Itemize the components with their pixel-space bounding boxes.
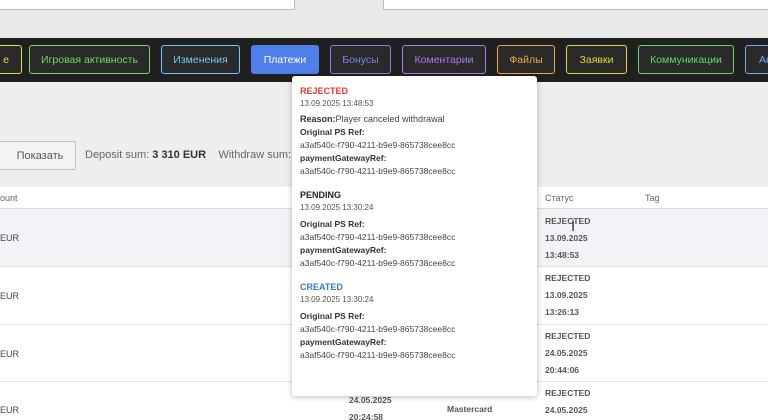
deposit-sum-value: 3 310 EUR [152, 149, 207, 161]
ps-ref-value: a3af540c-f790-4211-b9e9-865738cee8cc [300, 140, 456, 150]
date-cell: 24.05.2025 [349, 395, 392, 405]
status-time: 20:44:06 [545, 365, 580, 375]
tab-payments[interactable]: Платежи [251, 45, 319, 74]
history-time: 13.09.2025 13:30:24 [300, 295, 374, 304]
history-status: PENDING [300, 190, 342, 200]
history-status: REJECTED [300, 86, 349, 96]
amount-cell: EUR [0, 291, 20, 301]
time-cell: 20:24:58 [349, 412, 384, 420]
reason-label: Reason: [300, 114, 336, 124]
tab-changes[interactable]: Изменения [161, 45, 240, 74]
history-status: CREATED [300, 282, 343, 292]
status-date: 13.09.2025 [545, 290, 588, 300]
ps-ref-label: Original PS Ref: [300, 311, 365, 321]
status-date: 24.05.2025 [545, 405, 588, 415]
top-input-box[interactable] [383, 0, 768, 10]
sums-summary: Deposit sum: 3 310 EUR Withdraw sum: [85, 149, 291, 161]
payment-method-cell: Mastercard [447, 404, 493, 414]
reason-value: Player canceled withdrawal [335, 114, 445, 124]
column-header-status[interactable]: Статус [545, 193, 573, 203]
status-text: REJECTED [545, 216, 591, 226]
status-cell: REJECTED 13.09.2025 13:26:13 [545, 270, 590, 321]
status-history-popup: REJECTED 13.09.2025 13:48:53 Reason:Play… [292, 76, 537, 396]
status-text: REJECTED [545, 388, 591, 398]
status-time: 13:48:53 [545, 250, 580, 260]
ps-ref-label: Original PS Ref: [300, 219, 365, 229]
ps-ref-value: a3af540c-f790-4211-b9e9-865738cee8cc [300, 324, 456, 334]
ps-ref-value: a3af540c-f790-4211-b9e9-865738cee8cc [300, 232, 456, 242]
tab-bonuses[interactable]: Бонусы [330, 45, 391, 74]
gateway-ref-label: paymentGatewayRef: [300, 337, 387, 347]
history-reason: Reason:Player canceled withdrawal [300, 114, 529, 124]
tab-comments[interactable]: Коментарии [402, 45, 486, 74]
status-time: 13:26:13 [545, 307, 580, 317]
tab-requests[interactable]: Заявки [566, 45, 627, 74]
history-time: 13.09.2025 13:48:53 [300, 99, 374, 108]
column-header-amount[interactable]: ount [0, 193, 18, 203]
show-button[interactable]: Показать [0, 141, 76, 170]
status-text: REJECTED [545, 273, 591, 283]
column-header-tag[interactable]: Tag [645, 193, 660, 203]
history-entry: CREATED 13.09.2025 13:30:24 Original PS … [300, 282, 529, 360]
amount-cell: EUR [0, 233, 20, 243]
top-area [0, 0, 768, 38]
ps-ref-label: Original PS Ref: [300, 127, 365, 137]
status-cell: REJECTED 24.05.2025 [545, 385, 590, 419]
status-cell: REJECTED 24.05.2025 20:44:06 [545, 328, 590, 379]
status-date: 13.09.2025 [545, 233, 588, 243]
withdraw-sum-label: Withdraw sum: [218, 149, 292, 161]
tab-game-activity[interactable]: Игровая активность [29, 45, 150, 74]
gateway-ref-value: a3af540c-f790-4211-b9e9-865738cee8cc [300, 166, 456, 176]
history-time: 13.09.2025 13:30:24 [300, 203, 374, 212]
top-input-box[interactable] [0, 0, 295, 10]
amount-cell: EUR [0, 405, 20, 415]
history-entry: PENDING 13.09.2025 13:30:24 Original PS … [300, 190, 529, 268]
history-entry: REJECTED 13.09.2025 13:48:53 Reason:Play… [300, 86, 529, 176]
gateway-ref-label: paymentGatewayRef: [300, 245, 387, 255]
tab-files[interactable]: Файлы [497, 45, 555, 74]
tab-communications[interactable]: Коммуникации [638, 45, 734, 74]
tab-account[interactable]: Ак [745, 45, 768, 74]
gateway-ref-label: paymentGatewayRef: [300, 153, 387, 163]
amount-cell: EUR [0, 349, 20, 359]
tab-e[interactable]: е [0, 45, 22, 74]
status-cell: REJECTED 13.09.2025 13:48:53 [545, 213, 590, 264]
gateway-ref-value: a3af540c-f790-4211-b9e9-865738cee8cc [300, 258, 456, 268]
status-date: 24.05.2025 [545, 348, 588, 358]
text-cursor-icon: I [571, 219, 576, 235]
gateway-ref-value: a3af540c-f790-4211-b9e9-865738cee8cc [300, 350, 456, 360]
deposit-sum-label: Deposit sum: [85, 149, 150, 161]
status-text: REJECTED [545, 331, 591, 341]
